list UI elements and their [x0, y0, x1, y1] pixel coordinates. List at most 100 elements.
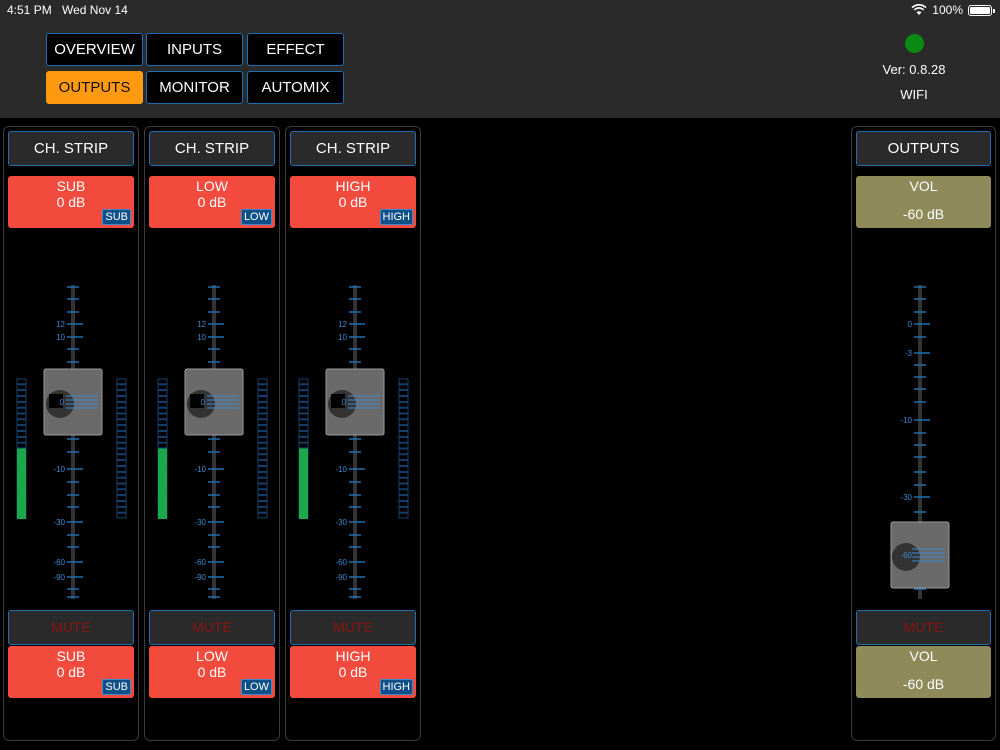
ch-strip-button[interactable]: CH. STRIP — [290, 131, 416, 166]
connection-label: WIFI — [900, 87, 928, 102]
outputs-button[interactable]: OUTPUTS — [856, 131, 991, 166]
ch-strip-button[interactable]: CH. STRIP — [8, 131, 134, 166]
scale-label: -60 — [53, 558, 65, 567]
meter-segment — [257, 495, 268, 501]
eq-band-bottom[interactable]: SUB 0 dB SUB — [8, 646, 134, 698]
meter-segment — [298, 407, 309, 414]
channel-strip-low: CH. STRIP LOW 0 dB LOW 12 10 0 -10 -30 -60 -90… — [144, 126, 280, 741]
meter-segment — [116, 401, 127, 408]
meter-segment — [257, 483, 268, 490]
channel-fader[interactable]: 12100-10-30-60-900 — [286, 277, 422, 607]
scale-label: -60 — [335, 558, 347, 567]
meter-segment — [157, 378, 168, 385]
band-name: SUB — [56, 648, 86, 664]
band-name: LOW — [196, 178, 228, 194]
channel-fader[interactable]: 12100-10-30-60-900 — [4, 277, 140, 607]
band-tag: SUB — [102, 209, 131, 225]
tab-automix[interactable]: AUTOMIX — [247, 71, 344, 104]
eq-band-bottom[interactable]: HIGH 0 dB HIGH — [290, 646, 416, 698]
band-name: SUB — [56, 178, 86, 194]
meter-segment — [116, 448, 127, 455]
scale-label: 10 — [197, 333, 206, 342]
battery-icon — [968, 4, 995, 16]
meter-segment — [116, 436, 127, 443]
meter-segment — [116, 413, 127, 420]
output-strip: OUTPUTS VOL -60 dB 0-3-10-30-60-60 MUTE … — [851, 126, 996, 741]
tab-outputs[interactable]: OUTPUTS — [46, 71, 143, 104]
meter-segment — [16, 401, 27, 408]
meter-segment — [16, 407, 27, 414]
meter-segment — [16, 396, 27, 402]
meter-segment — [298, 401, 309, 408]
output-fader[interactable]: 0-3-10-30-60-60 — [852, 277, 997, 607]
wifi-icon — [911, 4, 927, 15]
eq-band-top[interactable]: HIGH 0 dB HIGH — [290, 176, 416, 228]
mute-button[interactable]: MUTE — [856, 610, 991, 645]
meter-segment — [257, 477, 268, 484]
meter-segment — [257, 419, 268, 426]
fader-value: -60 — [900, 551, 912, 560]
scale-label: -30 — [194, 518, 206, 527]
scale-label: -30 — [53, 518, 65, 527]
meter-segment — [157, 425, 168, 431]
meter-segment — [116, 495, 127, 501]
mute-button[interactable]: MUTE — [8, 610, 134, 645]
meter-segment — [257, 466, 268, 472]
meter-segment — [116, 390, 127, 396]
meter-segment — [257, 396, 268, 402]
meter-segment — [257, 390, 268, 396]
scale-label: -10 — [194, 465, 206, 474]
eq-band-bottom[interactable]: LOW 0 dB LOW — [149, 646, 275, 698]
meter-segment — [16, 425, 27, 431]
meter-segment — [257, 431, 268, 437]
scale-label: -10 — [900, 416, 912, 425]
eq-band-top[interactable]: SUB 0 dB SUB — [8, 176, 134, 228]
mute-button[interactable]: MUTE — [290, 610, 416, 645]
scale-label: -10 — [335, 465, 347, 474]
tab-monitor[interactable]: MONITOR — [146, 71, 243, 104]
meter-segment — [257, 378, 268, 385]
meter-segment — [16, 436, 27, 443]
meter-segment — [16, 413, 27, 420]
meter-segment — [116, 378, 127, 385]
meter-segment — [116, 396, 127, 402]
scale-label: -60 — [194, 558, 206, 567]
band-gain: 0 dB — [56, 664, 86, 680]
meter-segment — [16, 442, 27, 449]
meter-segment — [157, 431, 168, 437]
volume-box-top[interactable]: VOL -60 dB — [856, 176, 991, 228]
meter-segment — [157, 419, 168, 426]
meter-segment — [116, 501, 127, 507]
meter-segment — [398, 454, 409, 461]
meter-segment — [398, 512, 409, 519]
meter-segment — [257, 454, 268, 461]
volume-value: -60 dB — [902, 206, 945, 222]
meter-segment — [116, 471, 127, 478]
volume-box-bottom[interactable]: VOL -60 dB — [856, 646, 991, 698]
meter-segment — [398, 466, 409, 472]
band-tag: HIGH — [379, 209, 413, 225]
tab-overview[interactable]: OVERVIEW — [46, 33, 143, 66]
tab-effect[interactable]: EFFECT — [247, 33, 344, 66]
meter-segment — [298, 378, 309, 385]
tab-inputs[interactable]: INPUTS — [146, 33, 243, 66]
meter-segment — [157, 390, 168, 396]
eq-band-top[interactable]: LOW 0 dB LOW — [149, 176, 275, 228]
meter-segment — [298, 436, 309, 443]
meter-segment — [257, 436, 268, 443]
channel-fader[interactable]: 12100-10-30-60-900 — [145, 277, 281, 607]
meter-segment — [257, 407, 268, 414]
meter-segment — [257, 425, 268, 431]
scale-label: 12 — [338, 320, 347, 329]
ch-strip-button[interactable]: CH. STRIP — [149, 131, 275, 166]
volume-label: VOL — [909, 178, 938, 194]
meter-segment — [398, 384, 409, 391]
meter-segment — [157, 407, 168, 414]
mute-button[interactable]: MUTE — [149, 610, 275, 645]
level-meter-fill — [299, 448, 308, 519]
meter-segment — [116, 466, 127, 472]
meter-segment — [16, 431, 27, 437]
meter-segment — [298, 431, 309, 437]
status-bar: 4:51 PM Wed Nov 14 100% — [0, 0, 1000, 22]
meter-segment — [257, 489, 268, 496]
